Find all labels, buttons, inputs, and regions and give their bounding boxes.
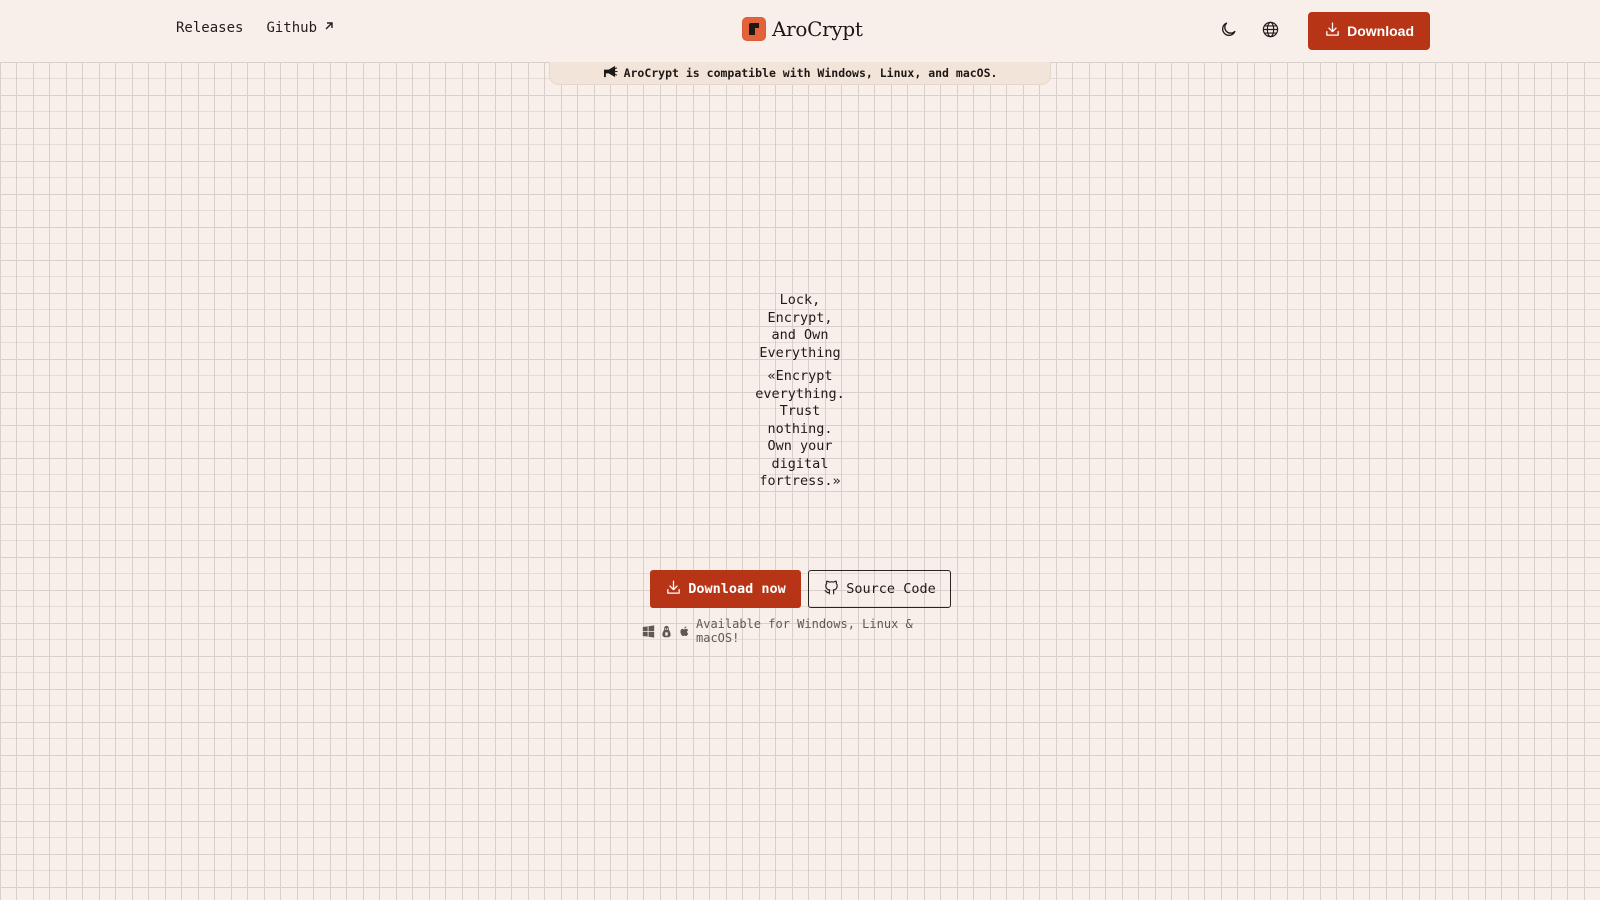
nav-right: Download — [1216, 12, 1430, 50]
hero-quote: «Encrypt everything. Trust nothing. Own … — [755, 368, 845, 489]
moon-icon — [1219, 20, 1238, 43]
download-icon — [1324, 21, 1341, 41]
header-download-label: Download — [1347, 23, 1414, 39]
linux-icon — [660, 625, 673, 638]
header: Releases Github AroCrypt Download — [0, 0, 1600, 62]
nav-link-github[interactable]: Github — [266, 20, 335, 36]
theme-toggle-button[interactable] — [1216, 19, 1240, 43]
nav-link-releases-label: Releases — [176, 20, 244, 36]
download-now-label: Download now — [688, 581, 786, 597]
header-download-button[interactable]: Download — [1308, 12, 1430, 50]
globe-icon — [1261, 20, 1280, 43]
download-icon — [665, 579, 682, 600]
availability-note: Available for Windows, Linux & macOS! — [642, 617, 962, 645]
hero: Lock, Encrypt, and Own Everything «Encry… — [700, 292, 900, 491]
arocrypt-logo-icon — [742, 17, 766, 41]
hero-title: Lock, Encrypt, and Own Everything — [759, 292, 841, 361]
external-arrow-icon — [323, 20, 335, 36]
windows-icon — [642, 624, 655, 638]
apple-icon — [678, 625, 691, 638]
download-now-button[interactable]: Download now — [650, 570, 801, 608]
source-code-button[interactable]: Source Code — [808, 570, 951, 608]
nav-left: Releases Github — [176, 20, 335, 36]
announcement-banner: AroCrypt is compatible with Windows, Lin… — [549, 62, 1051, 85]
megaphone-icon — [603, 65, 618, 81]
availability-text: Available for Windows, Linux & macOS! — [696, 617, 913, 645]
source-code-label: Source Code — [846, 581, 936, 597]
brand[interactable]: AroCrypt — [742, 17, 863, 41]
nav-link-releases[interactable]: Releases — [176, 20, 243, 36]
github-icon — [823, 579, 840, 600]
nav-link-github-label: Github — [266, 20, 318, 36]
banner-text: AroCrypt is compatible with Windows, Lin… — [623, 66, 998, 80]
language-button[interactable] — [1258, 19, 1282, 43]
landing-page: Releases Github AroCrypt Download AroCry… — [0, 0, 1600, 900]
brand-name: AroCrypt — [772, 17, 863, 41]
cta-buttons: Download now Source Code — [650, 570, 951, 608]
